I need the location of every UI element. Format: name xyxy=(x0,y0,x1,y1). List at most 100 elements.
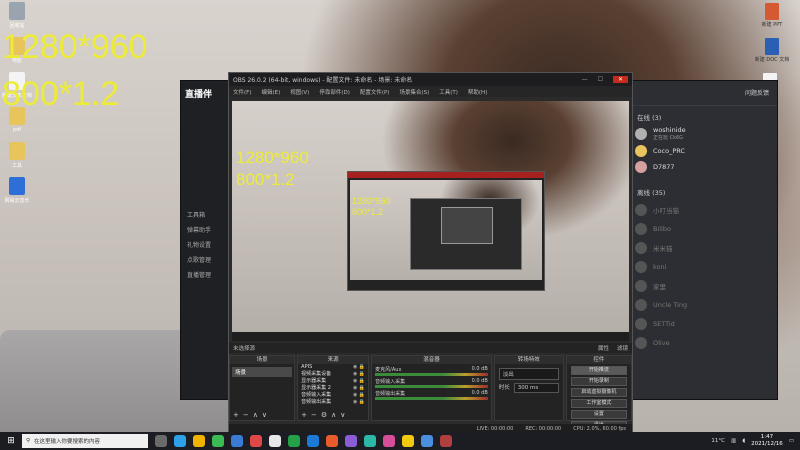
mixer-dock-title: 混音器 xyxy=(372,356,491,364)
taskbar-app-icon[interactable] xyxy=(193,435,205,447)
menu-item[interactable]: 工具(T) xyxy=(439,88,458,96)
visibility-eye-icon[interactable]: ◉ 🔒 xyxy=(353,385,365,392)
source-name: 显示器采集 xyxy=(301,378,327,384)
ppt-icon xyxy=(765,3,779,20)
visibility-eye-icon[interactable]: ◉ 🔒 xyxy=(353,364,365,371)
member-offline[interactable]: SETTid xyxy=(635,318,769,330)
menu-item[interactable]: 视图(V) xyxy=(290,88,309,96)
control-button[interactable]: 启动虚拟摄像机 xyxy=(570,388,628,397)
source-dock-buttons[interactable]: +−⚙∧∨ xyxy=(301,411,349,419)
member-offline[interactable]: Bilibo xyxy=(635,223,769,235)
sidebar-item[interactable]: 点歌管理 xyxy=(187,255,223,264)
close-icon[interactable]: ✕ xyxy=(612,76,628,83)
member-offline[interactable]: koni xyxy=(635,261,769,273)
properties-button[interactable]: 属性 xyxy=(598,344,609,352)
sidebar-item[interactable]: 弹幕助手 xyxy=(187,225,223,234)
visibility-eye-icon[interactable]: ◉ 🔒 xyxy=(353,378,365,385)
taskbar-search[interactable]: ⚲ 在这里输入你要搜索的内容 xyxy=(22,434,148,448)
visibility-eye-icon[interactable]: ◉ 🔒 xyxy=(353,371,365,378)
member-offline[interactable]: 小叮当猫 xyxy=(635,204,769,216)
taskbar-app-icon[interactable] xyxy=(250,435,262,447)
menu-item[interactable]: 配置文件(P) xyxy=(360,88,390,96)
taskbar-app-icon[interactable] xyxy=(212,435,224,447)
taskbar-app-icon[interactable] xyxy=(402,435,414,447)
maximize-icon[interactable]: ☐ xyxy=(598,76,603,83)
visibility-eye-icon[interactable]: ◉ 🔒 xyxy=(353,392,365,399)
control-button[interactable]: 设置 xyxy=(570,410,628,419)
mixer-channel: 音频输出采集 0.0 dB xyxy=(375,390,488,400)
member-status: 正在玩 Ck6G xyxy=(653,135,684,141)
member-name: woshinide xyxy=(653,126,686,134)
mixer-channel-name: 麦克风/Aux xyxy=(375,367,402,373)
mixer-db-value: 0.0 dB xyxy=(471,378,488,384)
volume-meter-bar[interactable] xyxy=(375,397,488,400)
source-item[interactable]: 显示器采集 ◉ 🔒 xyxy=(298,378,368,385)
source-item[interactable]: 音频输出采集 ◉ 🔒 xyxy=(298,399,368,406)
scene-dock-buttons[interactable]: +−∧∨ xyxy=(233,411,271,419)
sidebar-item[interactable]: 礼物设置 xyxy=(187,240,223,249)
control-button[interactable]: 工作室模式 xyxy=(570,399,628,408)
clock[interactable]: 1:47 2021/12/16 xyxy=(751,434,783,448)
member-online[interactable]: Coco_PRC xyxy=(635,145,769,157)
member-offline[interactable]: Olive xyxy=(635,337,769,349)
taskbar-app-icon[interactable] xyxy=(345,435,357,447)
volume-meter-bar[interactable] xyxy=(375,373,488,376)
volume-icon[interactable]: ◖ xyxy=(742,438,745,444)
filters-button[interactable]: 滤镜 xyxy=(617,344,628,352)
minimize-icon[interactable]: — xyxy=(582,76,588,83)
taskbar-app-icon[interactable] xyxy=(155,435,167,447)
windows-start-icon[interactable]: ⊞ xyxy=(0,436,22,446)
taskbar-app-icon[interactable] xyxy=(307,435,319,447)
source-item[interactable]: 音频输入采集 ◉ 🔒 xyxy=(298,392,368,399)
control-button[interactable]: 开始录制 xyxy=(570,377,628,386)
taskbar-app-icon[interactable] xyxy=(174,435,186,447)
desktop-icon[interactable]: 新建 DOC 文档 xyxy=(754,38,790,63)
transition-select[interactable]: 淡出 xyxy=(498,368,559,380)
sidebar-item[interactable]: 工具箱 xyxy=(187,210,223,219)
notification-icon[interactable]: ▭ xyxy=(789,438,794,444)
sources-dock-title: 来源 xyxy=(298,356,369,364)
member-online[interactable]: woshinide 正在玩 Ck6G xyxy=(635,126,769,141)
obs-preview[interactable]: 1280*960 800*1.2 1280*960 800*1.2 xyxy=(232,101,629,341)
clock-time: 1:47 xyxy=(760,434,774,440)
taskbar-app-icon[interactable] xyxy=(421,435,433,447)
source-item[interactable]: APIS ◉ 🔒 xyxy=(298,364,368,371)
taskbar-app-icon[interactable] xyxy=(269,435,281,447)
transitions-dock-title: 转场特效 xyxy=(494,356,563,364)
member-offline[interactable]: 米米猫 xyxy=(635,242,769,254)
menu-item[interactable]: 编辑(E) xyxy=(261,88,280,96)
network-icon[interactable]: ▥ xyxy=(731,438,736,444)
desktop-icon[interactable]: 回收站 xyxy=(0,2,34,29)
taskbar-app-icon[interactable] xyxy=(231,435,243,447)
source-item[interactable]: 显示器采集 2 ◉ 🔒 xyxy=(298,385,368,392)
menu-item[interactable]: 停靠部件(D) xyxy=(319,88,350,96)
taskbar-app-icon[interactable] xyxy=(440,435,452,447)
control-button[interactable]: 开始推流 xyxy=(570,366,628,375)
menu-item[interactable]: 场景集合(S) xyxy=(399,88,429,96)
sidebar-item[interactable]: 直播管理 xyxy=(187,270,223,279)
avatar xyxy=(635,337,647,349)
scene-item[interactable]: 场景 xyxy=(232,367,293,377)
member-online[interactable]: D7877 xyxy=(635,161,769,173)
volume-meter-bar[interactable] xyxy=(375,385,488,388)
source-name: 视频采集设备 xyxy=(301,371,332,377)
member-offline[interactable]: 家里 xyxy=(635,280,769,292)
feedback-button[interactable]: 问题反馈 xyxy=(745,88,769,97)
chat-app-logo: 直播伴 xyxy=(185,90,213,100)
obs-window[interactable]: OBS 26.0.2 (64-bit, windows) - 配置文件: 未命名… xyxy=(228,72,633,434)
menu-item[interactable]: 帮助(H) xyxy=(468,88,487,96)
duration-input[interactable]: 300 ms xyxy=(513,383,559,393)
member-offline[interactable]: Uncle Ting xyxy=(635,299,769,311)
menu-item[interactable]: 文件(F) xyxy=(233,88,251,96)
taskbar-app-icon[interactable] xyxy=(364,435,376,447)
desktop-icon[interactable]: 工具 xyxy=(0,142,34,169)
source-name: 音频输入采集 xyxy=(301,392,332,398)
visibility-eye-icon[interactable]: ◉ 🔒 xyxy=(353,399,365,406)
taskbar-app-icon[interactable] xyxy=(383,435,395,447)
taskbar-app-icon[interactable] xyxy=(288,435,300,447)
desktop-icon[interactable]: 网易云音乐 xyxy=(0,177,34,204)
taskbar-app-icon[interactable] xyxy=(326,435,338,447)
weather-status[interactable]: 11°C xyxy=(711,438,725,444)
source-item[interactable]: 视频采集设备 ◉ 🔒 xyxy=(298,371,368,378)
desktop-icon[interactable]: 新建 PPT xyxy=(754,3,790,28)
